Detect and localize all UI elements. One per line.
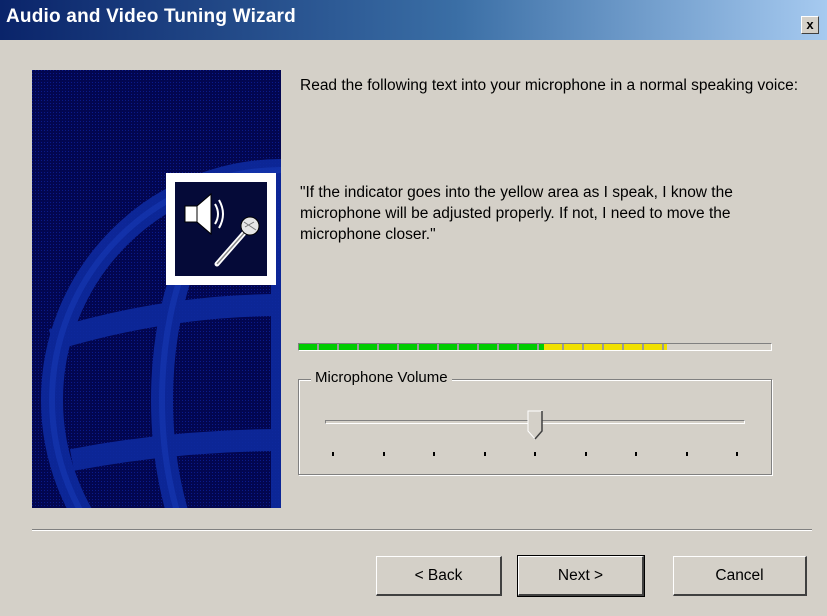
button-separator <box>32 529 812 531</box>
speaker-microphone-icon <box>175 182 267 276</box>
meter-green-segment <box>299 344 544 350</box>
slider-tick <box>483 452 486 456</box>
volume-level-meter <box>298 343 772 351</box>
slider-tick <box>332 452 334 456</box>
next-button[interactable]: Next > <box>517 555 645 597</box>
title-bar: Audio and Video Tuning Wizard x <box>0 0 827 40</box>
slider-tick <box>534 452 536 456</box>
close-button[interactable]: x <box>801 16 819 34</box>
reading-quote: "If the indicator goes into the yellow a… <box>300 184 733 243</box>
slider-tick <box>736 452 738 456</box>
microphone-volume-label: Microphone Volume <box>311 369 452 386</box>
slider-tick <box>433 452 435 456</box>
tuning-wizard-window: Audio and Video Tuning Wizard x Read the… <box>0 0 827 616</box>
meter-yellow-segment <box>544 344 667 350</box>
slider-tick <box>635 452 637 456</box>
cancel-button[interactable]: Cancel <box>673 556 807 596</box>
slider-tick <box>584 452 587 456</box>
microphone-volume-group: Microphone Volume <box>298 369 772 475</box>
instruction-text: Read the following text into your microp… <box>300 77 798 94</box>
back-button[interactable]: < Back <box>376 556 502 596</box>
wizard-side-panel <box>32 70 281 508</box>
slider-tick <box>382 452 385 456</box>
slider-tick <box>685 452 688 456</box>
volume-slider-thumb[interactable] <box>527 410 543 440</box>
window-title: Audio and Video Tuning Wizard <box>6 6 296 27</box>
globe-icon <box>32 70 281 508</box>
wizard-icon-frame <box>166 173 276 285</box>
